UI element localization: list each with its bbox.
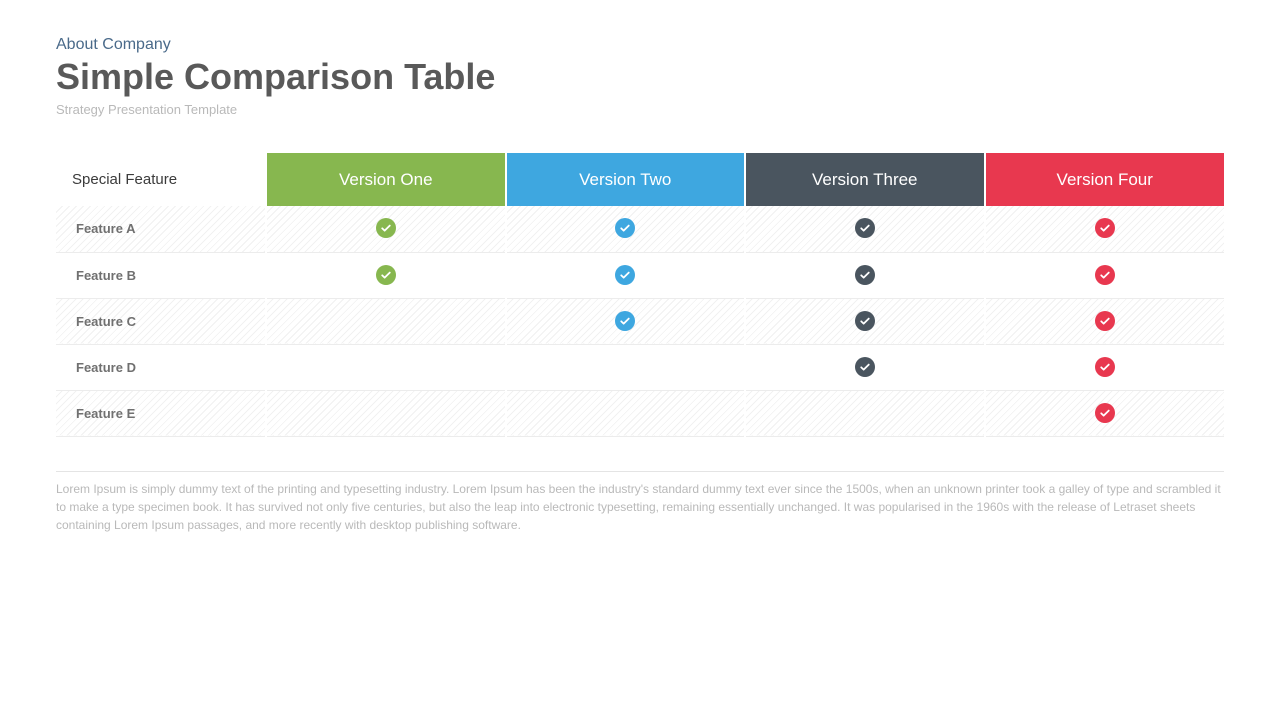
slide: About Company Simple Comparison Table St… [0,0,1280,558]
column-header-version-one: Version One [266,153,506,206]
check-icon [1095,311,1115,331]
check-icon [855,265,875,285]
check-icon [615,265,635,285]
page-subtitle: Strategy Presentation Template [56,102,1224,117]
check-icon [1095,218,1115,238]
row-label: Feature A [56,206,266,252]
feature-cell [506,344,746,390]
table-row: Feature B [56,252,1224,298]
table-row: Feature C [56,298,1224,344]
check-icon [1095,357,1115,377]
row-label: Feature C [56,298,266,344]
feature-cell [745,390,985,436]
check-icon [615,311,635,331]
feature-cell [745,206,985,252]
check-icon [855,218,875,238]
check-icon [855,357,875,377]
column-header-version-two: Version Two [506,153,746,206]
feature-cell [985,252,1225,298]
check-icon [615,218,635,238]
check-icon [1095,403,1115,423]
column-header-version-three: Version Three [745,153,985,206]
feature-cell [985,344,1225,390]
divider [56,471,1224,472]
feature-cell [506,252,746,298]
check-icon [376,218,396,238]
feature-cell [506,206,746,252]
table-row: Feature D [56,344,1224,390]
feature-cell [745,298,985,344]
feature-cell [745,344,985,390]
column-header-version-four: Version Four [985,153,1225,206]
table-row: Feature E [56,390,1224,436]
row-label: Feature D [56,344,266,390]
table-header-row: Special Feature Version One Version Two … [56,153,1224,206]
footnote-text: Lorem Ipsum is simply dummy text of the … [56,480,1224,534]
comparison-table: Special Feature Version One Version Two … [56,153,1224,437]
check-icon [1095,265,1115,285]
check-icon [855,311,875,331]
row-label: Feature E [56,390,266,436]
feature-cell [266,206,506,252]
feature-cell [266,298,506,344]
table-row: Feature A [56,206,1224,252]
feature-cell [745,252,985,298]
feature-cell [266,344,506,390]
table-body: Feature AFeature BFeature CFeature DFeat… [56,206,1224,436]
feature-cell [506,390,746,436]
feature-cell [266,390,506,436]
feature-cell [506,298,746,344]
corner-label: Special Feature [56,153,266,206]
check-icon [376,265,396,285]
feature-cell [985,298,1225,344]
feature-cell [985,390,1225,436]
kicker: About Company [56,36,1224,54]
page-title: Simple Comparison Table [56,56,1224,98]
row-label: Feature B [56,252,266,298]
feature-cell [266,252,506,298]
feature-cell [985,206,1225,252]
